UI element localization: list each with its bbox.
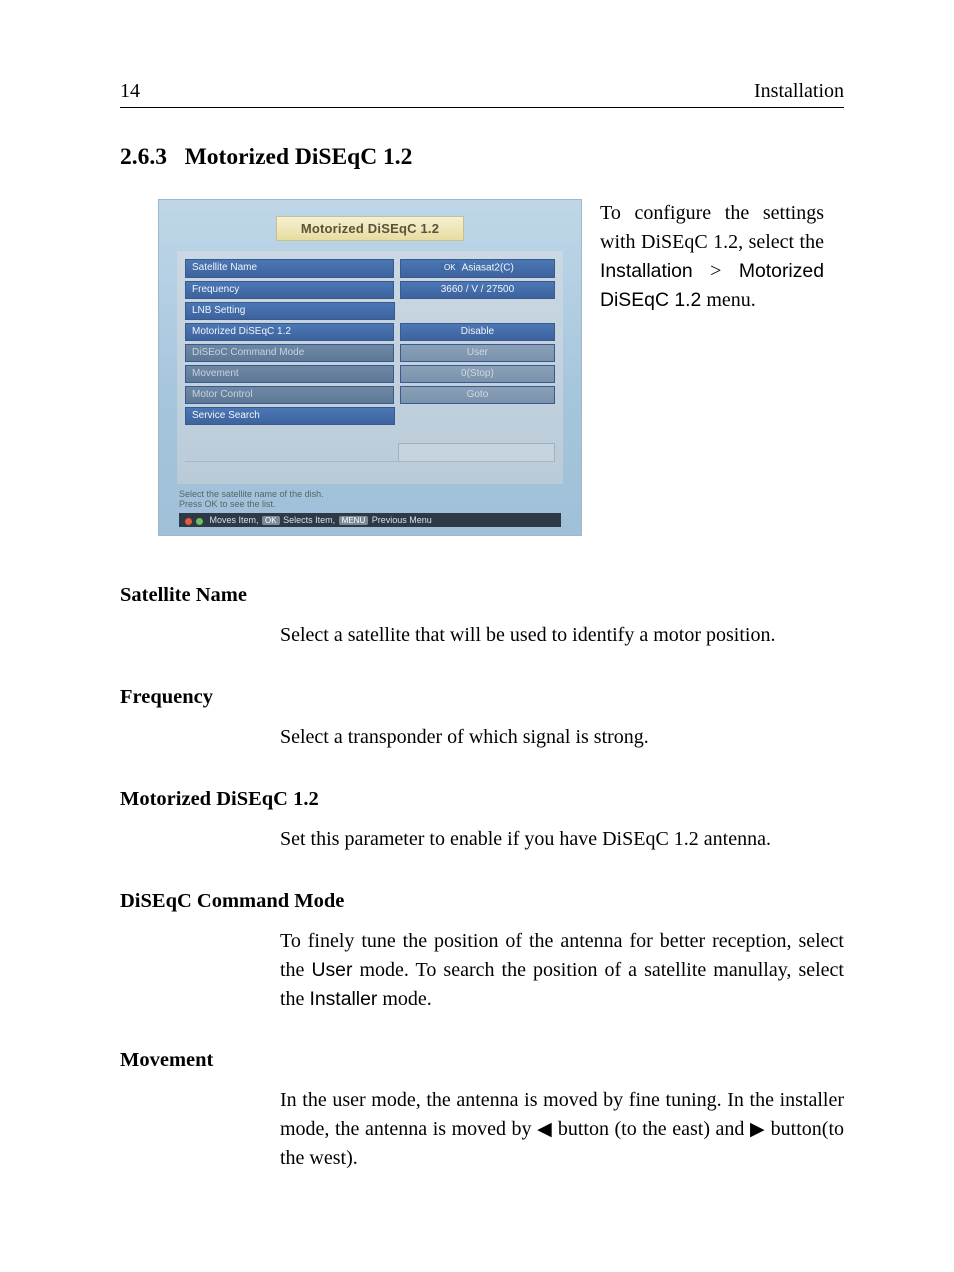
menu-row-value-empty (401, 302, 555, 320)
cmd-installer: Installer (309, 988, 377, 1010)
def-command-mode: DiSEqC Command Mode To finely tune the p… (120, 890, 844, 1014)
dialog-title-bar: Motorized DiSEqC 1.2 (177, 216, 563, 241)
dialog-body: Satellite Name OKAsiasat2(C) Frequency 3660… (177, 251, 563, 484)
menu-row-value-empty (401, 407, 555, 425)
menu-row-label: Service Search (185, 407, 395, 425)
menu-row-value: Disable (400, 323, 555, 341)
definition: Select a satellite that will be used to … (280, 621, 844, 650)
figure-with-caption: Motorized DiSEqC 1.2 Satellite Name OKAsi… (158, 199, 824, 536)
footer-selects: Selects Item, (283, 515, 335, 525)
menu-row: Motor Control Goto (185, 386, 555, 404)
term: Motorized DiSEqC 1.2 (120, 788, 844, 811)
menu-row-label: LNB Setting (185, 302, 395, 320)
page: 14 Installation 2.6.3 Motorized DiSEqC 1… (0, 0, 954, 1272)
running-header: 14 Installation (120, 80, 844, 103)
cmd-post: mode. (377, 988, 431, 1010)
term: Movement (120, 1049, 844, 1072)
ok-key-icon: OK (262, 516, 280, 525)
menu-row: DiSEoC Command Mode User (185, 344, 555, 362)
menu-key-icon: MENU (339, 516, 369, 525)
green-dot-icon (196, 518, 203, 525)
menu-row: Satellite Name OKAsiasat2(C) (185, 259, 555, 278)
intro-paragraph: To configure the settings with DiSEqC 1.… (600, 199, 824, 315)
menu-row-value: 0(Stop) (400, 365, 555, 383)
dialog-lower-panel (185, 443, 555, 462)
def-frequency: Frequency Select a transponder of which … (120, 686, 844, 752)
page-number: 14 (120, 80, 140, 103)
menu-row-value: User (400, 344, 555, 362)
cmd-user: User (311, 959, 352, 981)
definition: In the user mode, the antenna is moved b… (280, 1086, 844, 1172)
section-title-text: Motorized DiSEqC 1.2 (185, 144, 413, 170)
menu-row-value: Goto (400, 386, 555, 404)
menu-row: Service Search (185, 407, 555, 425)
dialog-rows: Satellite Name OKAsiasat2(C) Frequency 3660… (185, 259, 555, 425)
screenshot-motorized-diseqc: Motorized DiSEqC 1.2 Satellite Name OKAsi… (158, 199, 582, 536)
right-triangle-icon: ▶ (750, 1119, 765, 1140)
definition: Select a transponder of which signal is … (280, 723, 844, 752)
definition: Set this parameter to enable if you have… (280, 825, 844, 854)
hint-line-1: Select the satellite name of the dish. (179, 489, 324, 499)
dialog-footer-bar: Moves Item, OK Selects Item, MENU Previo… (179, 513, 561, 527)
hint-line-2: Press OK to see the list. (179, 499, 276, 509)
menu-path-1: Installation (600, 260, 693, 282)
menu-row-label: Satellite Name (185, 259, 394, 278)
header-rule (120, 107, 844, 108)
intro-part2: menu. (701, 289, 755, 311)
intro-part1: To configure the settings with DiSEqC 1.… (600, 202, 824, 253)
menu-row: Motorized DiSEqC 1.2 Disable (185, 323, 555, 341)
menu-row-label: Motor Control (185, 386, 394, 404)
mv-mid: button (to the east) and (552, 1118, 750, 1140)
menu-path-separator: > (710, 260, 721, 282)
menu-row-label: Movement (185, 365, 394, 383)
menu-row-label: Frequency (185, 281, 394, 299)
def-movement: Movement In the user mode, the antenna i… (120, 1049, 844, 1172)
menu-row: LNB Setting (185, 302, 555, 320)
term: Satellite Name (120, 584, 844, 607)
term: DiSEqC Command Mode (120, 890, 844, 913)
definition: To finely tune the position of the anten… (280, 927, 844, 1014)
menu-row: Movement 0(Stop) (185, 365, 555, 383)
menu-row-value: 3660 / V / 27500 (400, 281, 555, 299)
def-motorized: Motorized DiSEqC 1.2 Set this parameter … (120, 788, 844, 854)
menu-row-label: Motorized DiSEqC 1.2 (185, 323, 394, 341)
def-satellite-name: Satellite Name Select a satellite that w… (120, 584, 844, 650)
menu-row: Frequency 3660 / V / 27500 (185, 281, 555, 299)
dialog-title: Motorized DiSEqC 1.2 (276, 216, 464, 241)
left-triangle-icon: ◀ (537, 1119, 552, 1140)
menu-row-value: OKAsiasat2(C) (400, 259, 555, 278)
footer-prev: Previous Menu (372, 515, 432, 525)
menu-row-label: DiSEoC Command Mode (185, 344, 394, 362)
section-heading: 2.6.3 Motorized DiSEqC 1.2 (120, 144, 844, 171)
ok-badge-icon: OK (441, 263, 459, 273)
chapter-title: Installation (754, 80, 844, 103)
red-dot-icon (185, 518, 192, 525)
section-number: 2.6.3 (120, 144, 167, 170)
footer-moves: Moves Item, (210, 515, 259, 525)
term: Frequency (120, 686, 844, 709)
dialog-hint: Select the satellite name of the dish. P… (179, 490, 561, 510)
